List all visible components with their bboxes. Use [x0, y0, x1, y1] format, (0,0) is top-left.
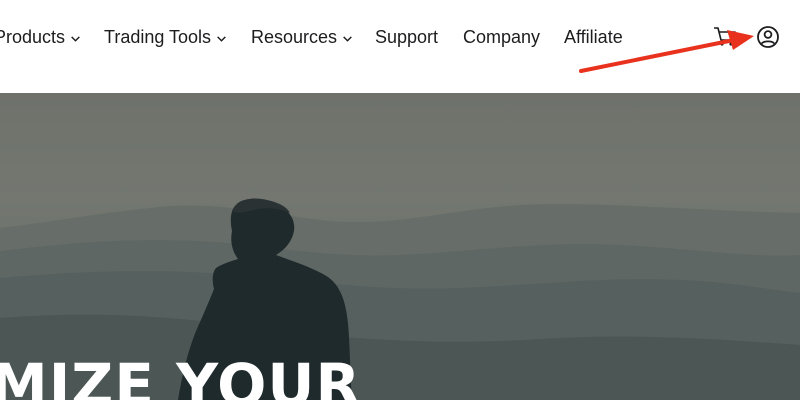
nav-item-label: Support [375, 26, 439, 47]
chevron-down-icon [71, 35, 80, 42]
account-button[interactable] [756, 25, 780, 49]
user-circle-icon [757, 26, 779, 48]
cart-button[interactable] [712, 24, 738, 48]
nav-item-label: Company [463, 26, 541, 47]
nav-item-support[interactable]: Support [375, 25, 438, 49]
nav-item-products[interactable]: Products [0, 25, 81, 49]
nav-item-affiliate[interactable]: Affiliate [564, 25, 623, 49]
hero-banner: MIZE YOUR [0, 93, 800, 400]
nav-item-trading-tools[interactable]: Trading Tools [104, 25, 227, 49]
nav-item-company[interactable]: Company [463, 25, 540, 49]
chevron-down-icon [343, 35, 352, 42]
chevron-down-icon [217, 35, 226, 42]
hero-headline: MIZE YOUR [0, 351, 362, 400]
nav-item-label: Affiliate [564, 26, 623, 47]
nav-item-label: Resources [251, 26, 338, 47]
nav-item-label: Trading Tools [104, 26, 212, 47]
nav-item-resources[interactable]: Resources [251, 25, 353, 49]
cart-icon [714, 27, 736, 46]
nav-item-label: Products [0, 26, 66, 47]
top-navigation-bar: Products Trading Tools Resources Support… [0, 0, 800, 93]
